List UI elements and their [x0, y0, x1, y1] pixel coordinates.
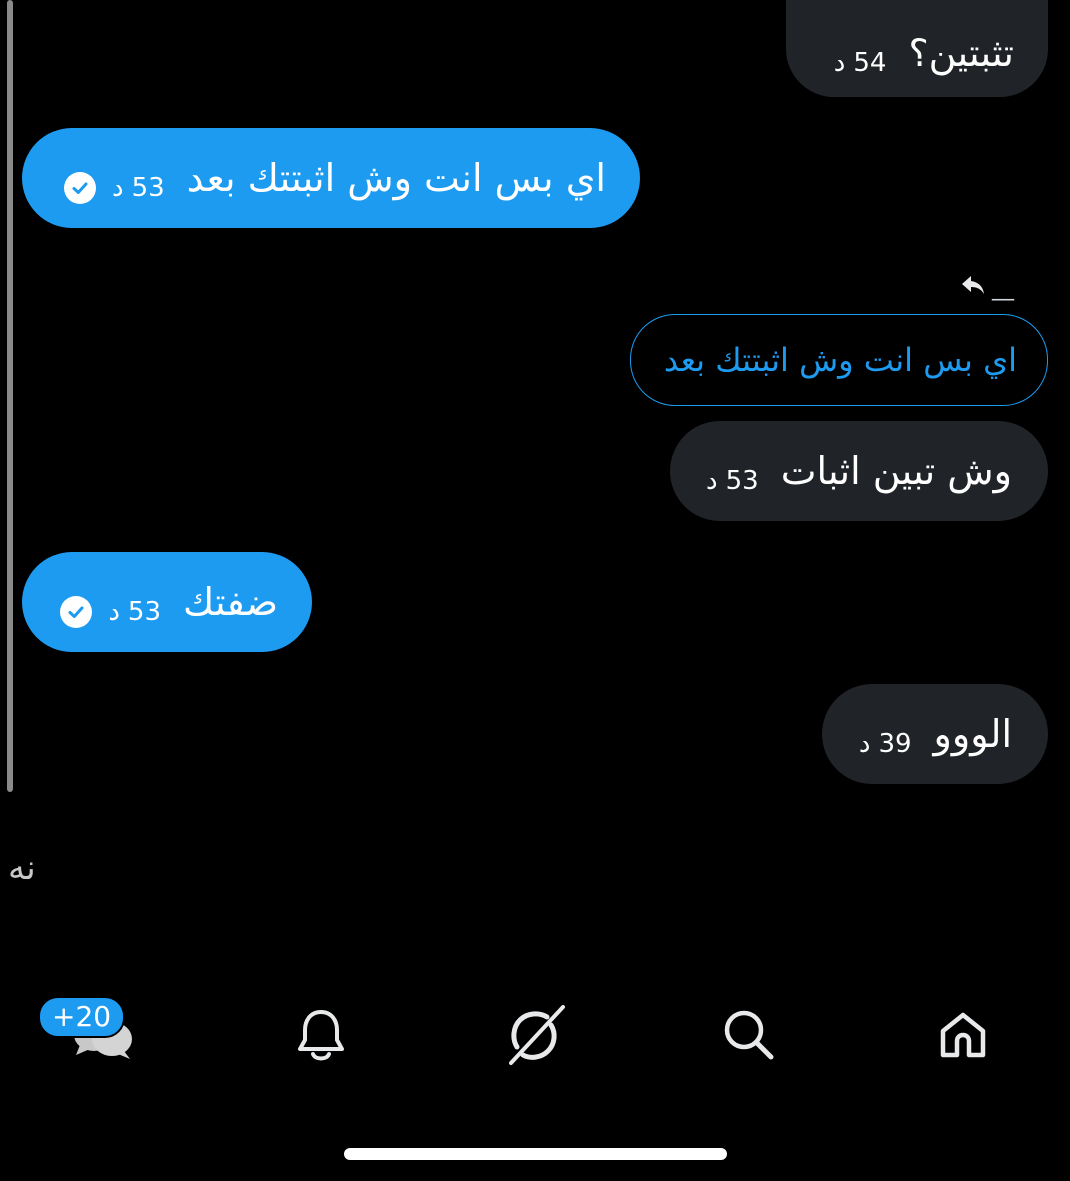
home-icon	[940, 1012, 986, 1058]
typing-text: نه	[8, 848, 36, 888]
incoming-message-bubble[interactable]: تثبتين؟ 54 د	[786, 0, 1048, 97]
message-timestamp: 39 د	[858, 729, 912, 759]
message-timestamp: 53 د	[64, 172, 165, 204]
search-tab[interactable]	[714, 1000, 784, 1070]
bottom-navigation	[0, 990, 1070, 1090]
unread-messages-badge: +20	[38, 996, 126, 1038]
grok-icon	[509, 1005, 565, 1065]
scrollbar[interactable]	[7, 0, 13, 792]
outgoing-message-bubble[interactable]: ضفتك 53 د	[22, 552, 312, 652]
outgoing-message-bubble[interactable]: اي بس انت وش اثبتتك بعد 53 د	[22, 128, 640, 228]
notifications-bell-icon	[298, 1010, 344, 1061]
quoted-message-text: اي بس انت وش اثبتتك بعد	[663, 341, 1017, 379]
reply-indicator: __	[960, 268, 1014, 301]
message-text: اي بس انت وش اثبتتك بعد	[186, 156, 606, 200]
quoted-message[interactable]: اي بس انت وش اثبتتك بعد	[630, 314, 1048, 406]
message-timestamp: 53 د	[60, 596, 161, 628]
notifications-tab[interactable]	[286, 1000, 356, 1070]
home-tab[interactable]	[928, 1000, 998, 1070]
search-icon	[724, 1010, 774, 1060]
incoming-message-bubble[interactable]: وش تبين اثبات 53 د	[670, 421, 1048, 521]
read-check-icon	[60, 596, 93, 628]
message-timestamp: 53 د	[706, 466, 759, 496]
home-indicator[interactable]	[344, 1148, 727, 1160]
read-check-icon	[64, 172, 96, 204]
incoming-message-bubble[interactable]: الووو 39 د	[822, 684, 1048, 784]
message-text: تثبتين؟	[908, 30, 1014, 75]
message-text: وش تبين اثبات	[780, 449, 1012, 493]
grok-tab[interactable]	[500, 1000, 570, 1070]
message-text: الووو	[933, 712, 1012, 756]
message-text: ضفتك	[183, 580, 278, 624]
message-timestamp: 54 د	[833, 47, 887, 78]
reply-arrow-icon	[962, 275, 984, 294]
reply-author: __	[992, 276, 1014, 301]
